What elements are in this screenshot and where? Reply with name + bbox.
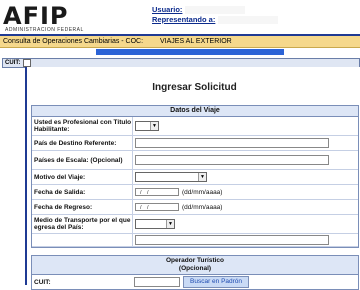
label-transporte: Medio de Transporte por el que egresa de… — [32, 215, 133, 233]
logo-wordmark: AFIP — [3, 2, 69, 30]
label-motivo: Motivo del Viaje: — [32, 170, 133, 184]
profesional-select[interactable]: ▼ — [135, 121, 159, 131]
operador-cuit-input[interactable] — [134, 277, 180, 287]
breadcrumb-title: Consulta de Operaciones Cambiarias - COC… — [3, 38, 144, 45]
operador-heading: Operador Turístico — [165, 257, 225, 264]
section-heading-operador: Operador Turístico (Opcional) — [32, 256, 358, 275]
user-info: Usuario: Representando a: — [152, 5, 279, 25]
top-header: AFIP ADMINISTRACION FEDERAL Usuario: Rep… — [0, 0, 360, 36]
label-profesional: Usted es Profesional con Título Habilita… — [34, 117, 133, 135]
label-extra-empty — [32, 234, 133, 246]
label-paises-escala: Países de Escala: (Opcional) — [32, 151, 133, 169]
cuit-bar-label: CUIT: — [5, 60, 21, 66]
afip-logo: AFIP ADMINISTRACION FEDERAL — [3, 3, 105, 33]
user-value-redacted — [185, 6, 246, 14]
representing-label: Representando a: — [152, 15, 216, 24]
row-paises-escala: Países de Escala: (Opcional) — [32, 151, 358, 170]
row-profesional: Usted es Profesional con Título Habilita… — [32, 117, 358, 136]
subheader-row — [0, 48, 360, 57]
row-fecha-regreso: Fecha de Regreso: / / (dd/mm/aaaa) — [32, 200, 358, 215]
fecha-salida-input[interactable]: / / — [135, 188, 179, 196]
section-heading-viaje: Datos del Viaje — [32, 106, 358, 117]
main-content: Ingresar Solicitud Datos del Viaje Usted… — [25, 67, 360, 290]
logo-subtitle: ADMINISTRACION FEDERAL — [5, 27, 84, 33]
row-motivo: Motivo del Viaje: ▼ — [32, 170, 358, 185]
paises-escala-input[interactable] — [135, 155, 329, 165]
pais-destino-input[interactable] — [135, 138, 329, 148]
row-pais-destino: País de Destino Referente: — [32, 136, 358, 151]
datos-viaje-form: Datos del Viaje Usted es Profesional con… — [31, 105, 359, 248]
motivo-select[interactable]: ▼ — [135, 172, 207, 182]
label-fecha-salida: Fecha de Salida: — [32, 185, 133, 199]
label-fecha-regreso: Fecha de Regreso: — [32, 200, 133, 214]
buscar-padron-button[interactable]: Buscar en Padrón — [183, 276, 250, 288]
breadcrumb: Consulta de Operaciones Cambiarias - COC… — [0, 36, 360, 48]
chevron-down-icon: ▼ — [150, 122, 158, 130]
representing-value-redacted — [218, 16, 279, 24]
chevron-down-icon: ▼ — [166, 220, 174, 228]
row-operador-cuit: CUIT: Buscar en Padrón — [32, 275, 358, 289]
label-pais-destino: País de Destino Referente: — [32, 136, 133, 150]
row-transporte: Medio de Transporte por el que egresa de… — [32, 215, 358, 234]
page-title: Ingresar Solicitud — [152, 82, 237, 93]
subheader-blue-strip — [96, 49, 284, 55]
fecha-salida-hint: (dd/mm/aaaa) — [182, 188, 223, 196]
fecha-regreso-hint: (dd/mm/aaaa) — [182, 203, 223, 211]
row-fecha-salida: Fecha de Salida: / / (dd/mm/aaaa) — [32, 185, 358, 200]
user-label: Usuario: — [152, 5, 183, 14]
chevron-down-icon: ▼ — [198, 173, 206, 181]
row-extra — [32, 234, 358, 247]
breadcrumb-destination: VIAJES AL EXTERIOR — [160, 38, 232, 45]
label-operador-cuit: CUIT: — [34, 278, 51, 286]
operador-subheading: (Opcional) — [178, 265, 212, 272]
cuit-bar-box — [23, 59, 31, 67]
extra-input[interactable] — [135, 235, 329, 245]
fecha-regreso-input[interactable]: / / — [135, 203, 179, 211]
transporte-select[interactable]: ▼ — [135, 219, 175, 229]
